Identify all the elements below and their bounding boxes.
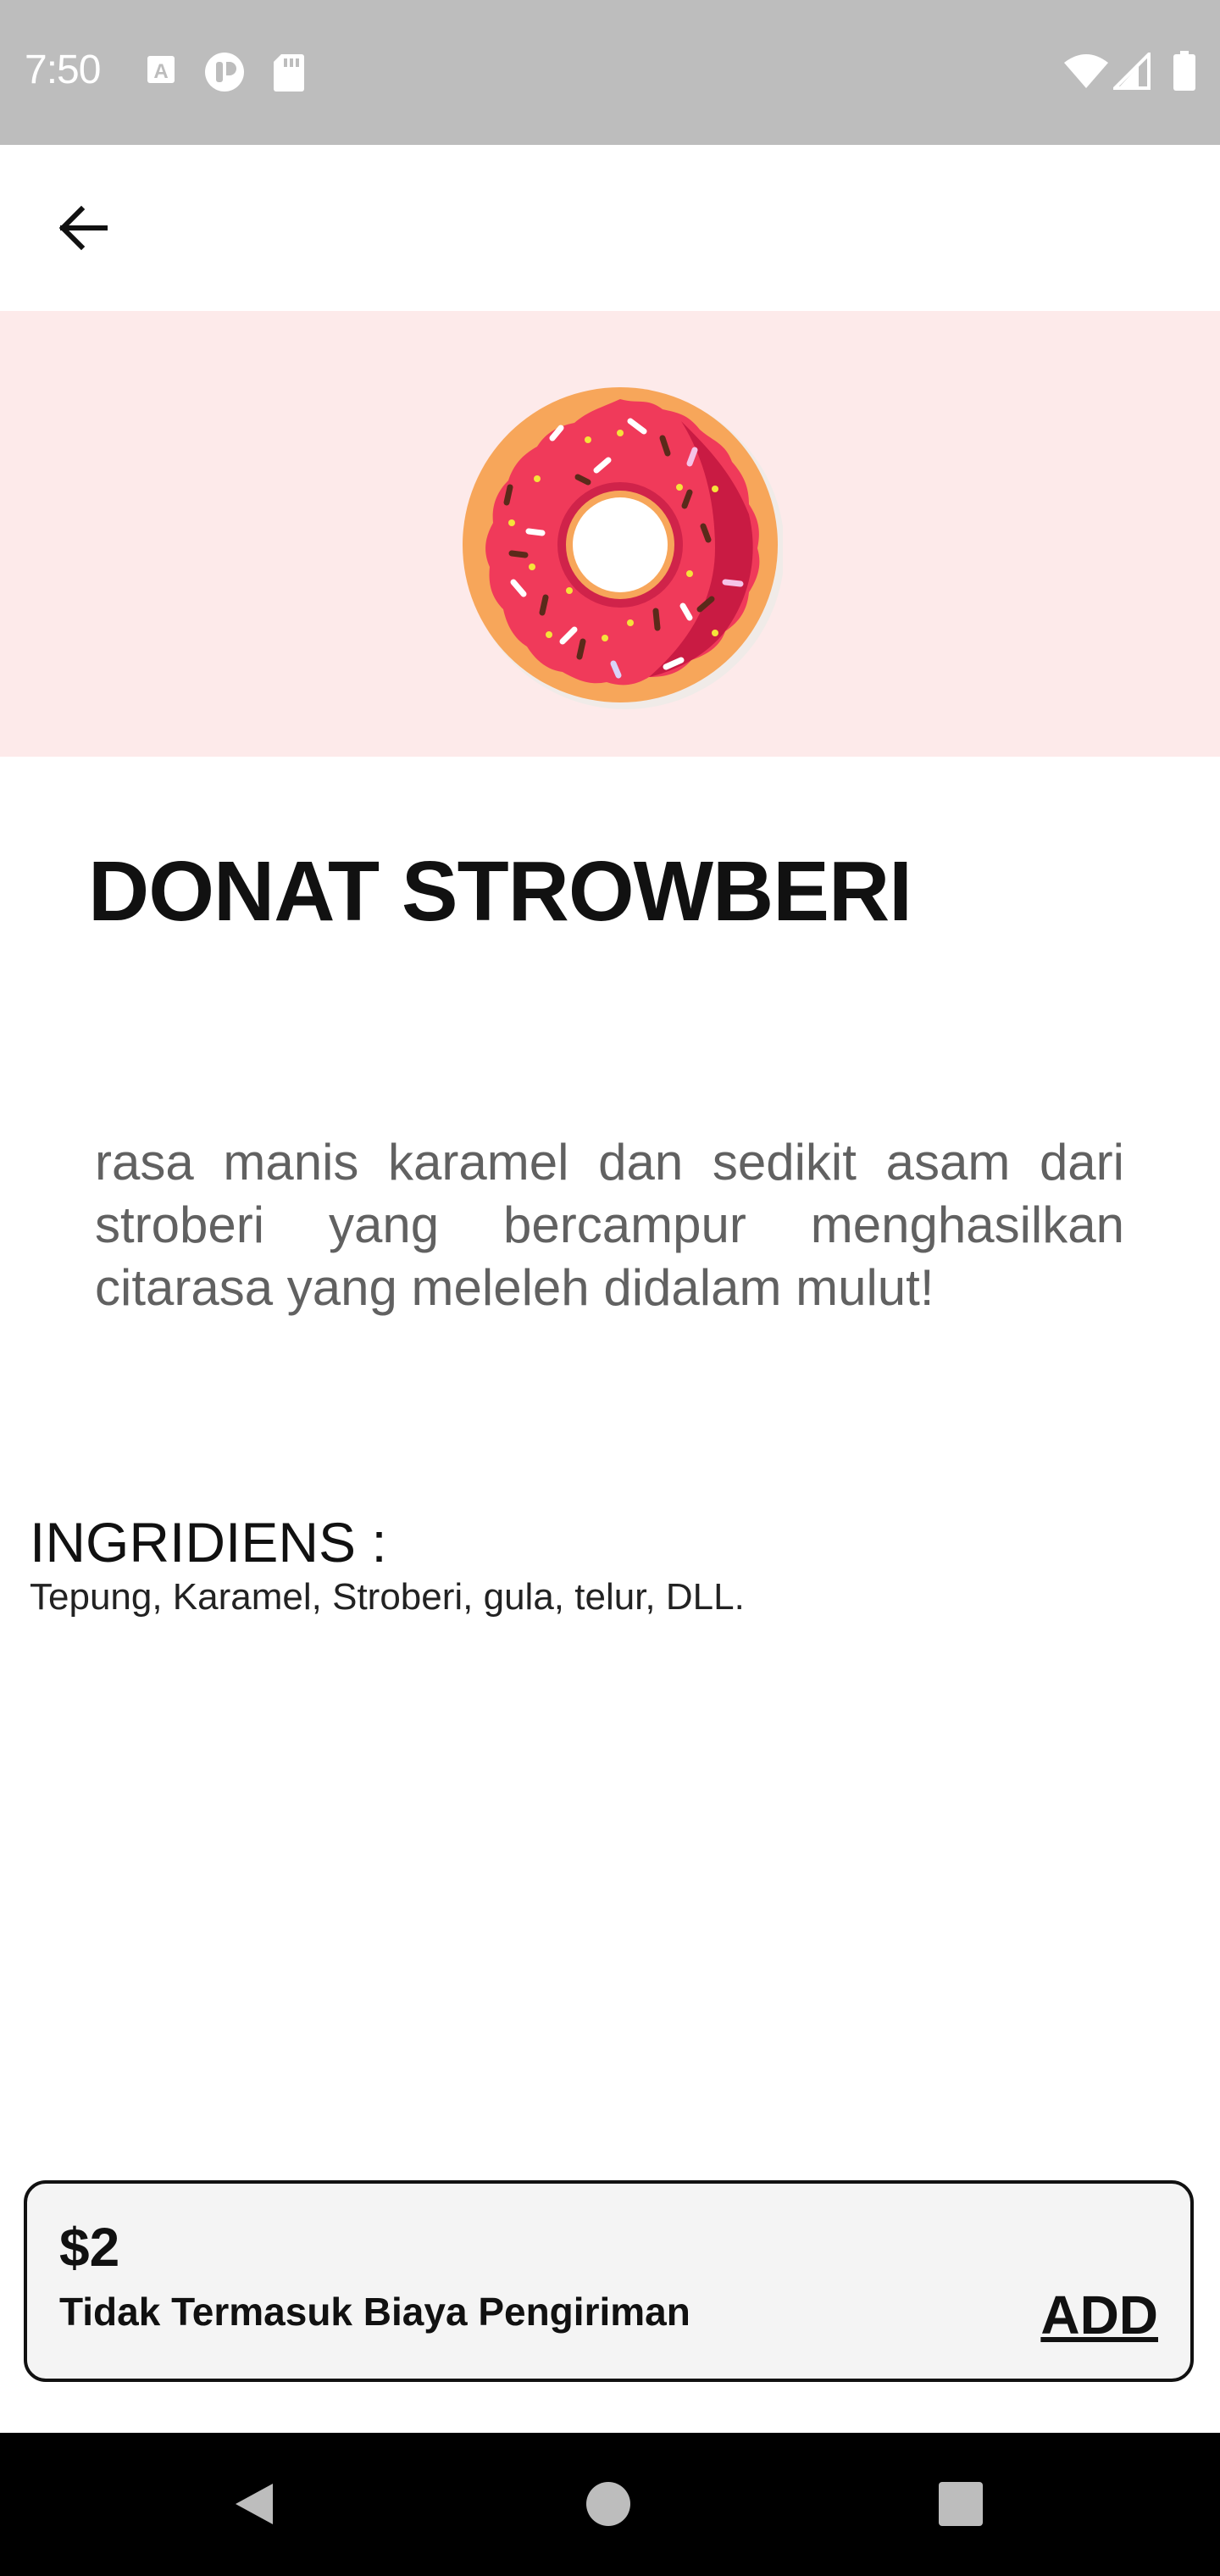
ingredients-list: Tepung, Karamel, Stroberi, gula, telur, … xyxy=(30,1576,745,1618)
battery-icon xyxy=(1173,51,1196,96)
circle-app-icon xyxy=(203,51,246,97)
product-detail-screen: 7:50 A DONAT STROWBERI rasa manis karame… xyxy=(0,0,1220,2576)
shipping-note: Tidak Termasuk Biaya Pengiriman xyxy=(59,2290,690,2334)
wifi-icon xyxy=(1062,53,1110,94)
add-button[interactable]: ADD xyxy=(1040,2284,1158,2346)
svg-text:A: A xyxy=(153,60,168,83)
signal-icon xyxy=(1111,50,1151,94)
product-title: DONAT STROWBERI xyxy=(88,844,912,939)
product-description: rasa manis karamel dan sedikit asam dari… xyxy=(95,1134,1124,1316)
ingredients-heading: INGRIDIENS : xyxy=(30,1511,387,1574)
app-bar xyxy=(0,145,1220,311)
status-bar: 7:50 A xyxy=(0,0,1220,145)
back-triangle-icon[interactable] xyxy=(227,2477,281,2535)
sd-card-icon xyxy=(273,53,305,96)
status-time: 7:50 xyxy=(25,47,101,92)
navigation-bar xyxy=(0,2433,1220,2576)
price-card: $2 Tidak Termasuk Biaya Pengiriman ADD xyxy=(24,2180,1194,2382)
arrow-left-icon xyxy=(56,204,110,256)
home-circle-icon[interactable] xyxy=(581,2477,635,2535)
back-button[interactable] xyxy=(42,189,124,270)
recents-square-icon[interactable] xyxy=(934,2477,988,2535)
strawberry-donut-image xyxy=(461,387,785,713)
hero-banner xyxy=(0,311,1220,757)
price-value: $2 xyxy=(59,2217,120,2278)
a-icon: A xyxy=(146,54,176,89)
